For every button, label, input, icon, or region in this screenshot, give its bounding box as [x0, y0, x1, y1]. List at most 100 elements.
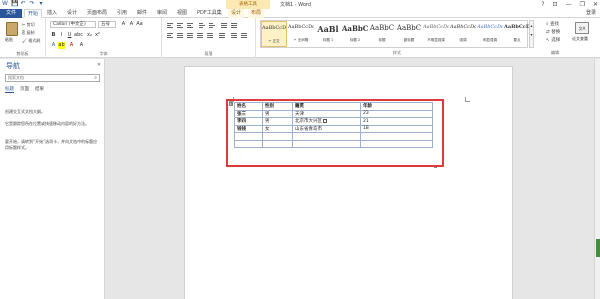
tab-insert[interactable]: 插入 [44, 9, 60, 18]
close-icon[interactable]: ✕ [97, 62, 101, 68]
style-intense-emphasis[interactable]: AaBbCcDd 明显强调 [477, 21, 503, 47]
table-cell[interactable] [292, 139, 361, 148]
increase-indent-button[interactable] [208, 22, 216, 29]
tab-references[interactable]: 引用 [114, 9, 130, 18]
table-cell[interactable]: 女 [262, 124, 293, 133]
grow-font-button[interactable]: A [120, 21, 127, 28]
undo-icon[interactable]: ↶ [20, 1, 26, 7]
tab-table-layout[interactable]: 布局 [248, 9, 265, 18]
distributed-button[interactable] [206, 32, 214, 39]
bullets-button[interactable] [166, 22, 174, 29]
numbering-button[interactable] [176, 22, 184, 29]
font-size-select[interactable]: 五号 [98, 21, 116, 28]
change-case-button[interactable]: Aa [136, 21, 143, 28]
align-center-button[interactable] [176, 32, 184, 39]
table-cell[interactable]: 男 [262, 109, 293, 118]
copy-button[interactable]: ⎘ 复制 [22, 30, 34, 36]
tab-design[interactable]: 设计 [64, 9, 80, 18]
char-shading-button[interactable]: A [78, 42, 85, 49]
format-painter-button[interactable]: 🖌 格式刷 [22, 38, 40, 44]
styles-gallery-scroll[interactable]: ▴ ▾ [529, 20, 534, 48]
cut-button[interactable]: ✂ 剪切 [22, 22, 35, 28]
nav-tab-pages[interactable]: 页面 [20, 86, 29, 93]
align-left-button[interactable] [166, 32, 174, 39]
style-no-spacing[interactable]: AaBbCcDd ↵ 无间隔 [288, 21, 314, 47]
tab-page-layout[interactable]: 页面布局 [84, 9, 110, 18]
select-button[interactable]: ↖ 选择 [546, 37, 560, 43]
search-icon[interactable]: ⌕ [94, 75, 97, 81]
paste-button-label[interactable]: 粘贴 [5, 37, 13, 43]
table-cell[interactable] [360, 139, 433, 148]
customize-qat-icon[interactable]: ▾ [38, 1, 44, 7]
minimize-button[interactable]: — [566, 1, 572, 8]
style-heading-2[interactable]: AaBbC 标题 2 [342, 21, 368, 47]
table-header-cell[interactable]: 姓名 [234, 102, 263, 111]
sort-button[interactable] [220, 22, 228, 29]
nav-tab-results[interactable]: 结果 [35, 86, 44, 93]
table-cell[interactable] [292, 132, 361, 141]
paste-options-icon[interactable] [323, 118, 327, 123]
table-cell[interactable]: 23 [360, 109, 433, 118]
superscript-button[interactable]: x² [94, 32, 101, 39]
document-page[interactable]: 姓名 性别 籍贯 年龄 张三 男 天津 23 李四 男 北京市大兴区 21 钱钱… [184, 66, 513, 299]
borders-button[interactable] [240, 32, 248, 39]
text-effects-button[interactable]: A [50, 42, 57, 49]
italic-button[interactable]: I [58, 32, 65, 39]
justify-button[interactable] [196, 32, 204, 39]
vertical-scrollbar[interactable] [594, 59, 600, 299]
bold-button[interactable]: B [50, 32, 57, 39]
style-subtle-emphasis[interactable]: AaBbCcDd 不明显强调 [423, 21, 449, 47]
table-cell[interactable]: 李四 [234, 117, 263, 126]
table-cell[interactable] [262, 132, 293, 141]
table-cell[interactable]: 钱钱 [234, 124, 263, 133]
table-header-cell[interactable]: 籍贯 [292, 102, 361, 111]
find-button[interactable]: ⌕ 查找 [546, 21, 559, 27]
align-right-button[interactable] [186, 32, 194, 39]
tab-table-design[interactable]: 设计 [228, 9, 245, 18]
shrink-font-button[interactable]: A [128, 21, 135, 28]
style-emphasis[interactable]: AaBbCcDd 强调 [450, 21, 476, 47]
tab-mailings[interactable]: 邮件 [134, 9, 150, 18]
table-cell[interactable]: 21 [360, 117, 433, 126]
plagiarism-check-label[interactable]: 论文查重 [572, 36, 588, 42]
style-title[interactable]: AaBbC 标题 [369, 21, 395, 47]
table-cell[interactable] [234, 132, 263, 141]
decrease-indent-button[interactable] [198, 22, 206, 29]
nav-search-input[interactable]: 搜索文档 ⌕ [5, 74, 100, 82]
style-subtitle[interactable]: AaBbC 副标题 [396, 21, 422, 47]
nav-tab-headings[interactable]: 标题 [5, 86, 14, 93]
table-cell[interactable] [360, 132, 433, 141]
table-cell[interactable]: 山东省青岛市 [292, 124, 361, 133]
restore-button[interactable]: ❐ [580, 1, 585, 8]
tab-home[interactable]: 开始 [24, 9, 43, 18]
table-header-cell[interactable]: 性别 [262, 102, 293, 111]
highlight-button[interactable]: ab [58, 42, 65, 49]
tab-view[interactable]: 视图 [174, 9, 190, 18]
save-icon[interactable]: 💾 [11, 1, 18, 7]
help-icon[interactable]: ? [541, 1, 544, 8]
replace-button[interactable]: ⇄ 替换 [546, 29, 560, 35]
paste-icon[interactable] [6, 22, 18, 36]
style-normal[interactable]: AaBbCcDd ↵ 正文 [261, 21, 287, 47]
style-strong[interactable]: AaBbCcDd 要点 [504, 21, 530, 47]
table-cell[interactable]: 张三 [234, 109, 263, 118]
close-button[interactable]: ✕ [593, 1, 598, 8]
ribbon-display-icon[interactable]: ⊡ [553, 1, 558, 8]
font-name-select[interactable]: Calibri (中文正) [50, 21, 96, 28]
table-cell[interactable]: 北京市大兴区 [292, 117, 361, 126]
line-spacing-button[interactable] [218, 32, 226, 39]
table-resize-handle[interactable] [434, 165, 437, 168]
table-cell[interactable] [234, 139, 263, 148]
table-cell[interactable]: 天津 [292, 109, 361, 118]
table-move-handle[interactable]: ✥ [229, 102, 233, 106]
redo-icon[interactable]: ↷ [29, 1, 35, 7]
strikethrough-button[interactable]: abc [74, 32, 83, 39]
tab-pdf-tools[interactable]: PDF工具集 [194, 9, 225, 18]
shading-button[interactable] [230, 32, 238, 39]
font-color-button[interactable]: A [68, 42, 75, 49]
plagiarism-check-icon[interactable]: 文A [575, 22, 589, 34]
table-cell[interactable] [262, 139, 293, 148]
table-cell[interactable]: 18 [360, 124, 433, 133]
style-heading-1[interactable]: AaBl 标题 1 [315, 21, 341, 47]
scrollbar-thumb[interactable] [596, 239, 600, 257]
